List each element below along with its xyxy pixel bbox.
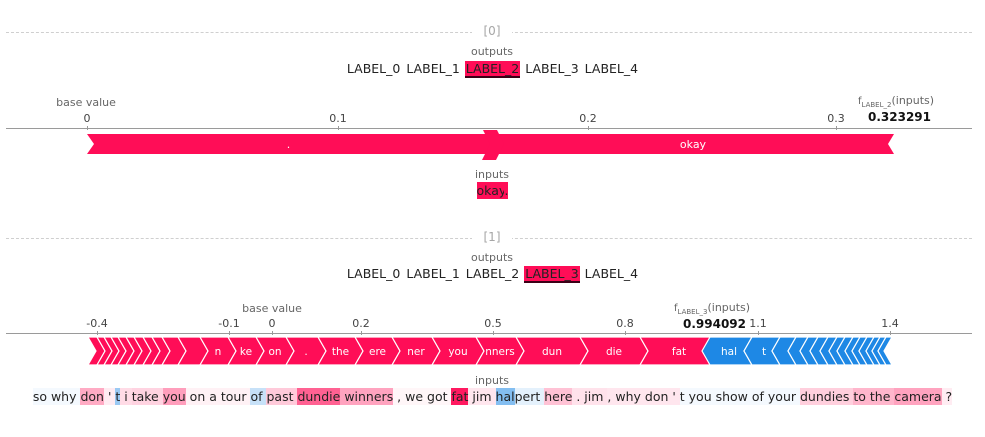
input-token[interactable]: on a tour: [185, 388, 251, 405]
input-token[interactable]: camera: [894, 388, 942, 405]
axis-line-0: [6, 128, 972, 129]
input-token[interactable]: so why: [32, 388, 81, 405]
force-bar-1: n ke on. the ere ner you nners dun die fat hal t: [86, 336, 894, 366]
input-token[interactable]: ': [103, 388, 116, 405]
input-token[interactable]: ?: [941, 388, 953, 405]
force-segment-label: t: [762, 346, 766, 358]
force-segment-label: n: [215, 346, 222, 358]
inputs-caption-1: inputs: [474, 374, 510, 387]
force-segment-label: hal: [721, 346, 737, 358]
axis-tick-label: -0.4: [86, 317, 108, 330]
inputs-caption-0: inputs: [474, 168, 510, 181]
force-segment-label: .: [304, 346, 307, 358]
input-token[interactable]: take: [131, 388, 163, 405]
input-token[interactable]: dundie: [297, 388, 341, 405]
input-token[interactable]: t you show of your: [679, 388, 800, 405]
fx-sub-1: LABEL_3: [677, 308, 708, 316]
output-label-label-2[interactable]: LABEL_2: [464, 61, 521, 78]
axis-tick-label: 0.2: [352, 317, 370, 330]
force-segment-label: the: [332, 346, 349, 358]
input-token[interactable]: fat: [451, 388, 469, 405]
output-label-label-0[interactable]: LABEL_0: [346, 61, 401, 76]
axis-tick-label: -0.1: [218, 317, 240, 330]
fx-suffix-0: (inputs): [891, 94, 935, 107]
force-segment-label: ere: [369, 346, 386, 358]
output-label-label-2[interactable]: LABEL_2: [465, 266, 520, 281]
output-label-label-0[interactable]: LABEL_0: [346, 266, 401, 281]
plot-index-1: [1]: [472, 230, 512, 244]
axis-tick-label: 0: [268, 317, 276, 330]
fx-sub-0: LABEL_2: [861, 101, 892, 109]
axis-tick-label: 0.8: [616, 317, 634, 330]
fx-suffix-1: (inputs): [707, 301, 751, 314]
axis-tick-label: 0.2: [579, 112, 597, 125]
input-token[interactable]: dundies: [799, 388, 854, 405]
output-label-label-1[interactable]: LABEL_1: [405, 61, 460, 76]
input-token[interactable]: hal: [495, 388, 515, 405]
axis-line-1: [6, 333, 972, 334]
force-segment-label: okay: [680, 138, 707, 151]
force-segment-label: die: [606, 346, 622, 358]
input-token[interactable]: okay: [476, 182, 505, 199]
input-token[interactable]: jim: [468, 388, 496, 405]
input-token[interactable]: to the: [853, 388, 895, 405]
output-label-label-3[interactable]: LABEL_3: [524, 61, 579, 76]
force-segment-label: fat: [672, 346, 686, 358]
output-label-label-1[interactable]: LABEL_1: [405, 266, 460, 281]
force-bar-0: . okay: [87, 130, 894, 160]
axis-tick-label: 1.4: [881, 317, 899, 330]
axis-tick-label: 0.1: [329, 112, 347, 125]
axis-tick-label: 1.1: [749, 317, 767, 330]
input-token[interactable]: here: [544, 388, 573, 405]
fx-value-1: 0.994092: [683, 317, 747, 331]
input-tokens-0: okay.: [0, 182, 985, 199]
outputs-caption-0: outputs: [470, 45, 513, 58]
base-value-caption-0: base value: [56, 96, 116, 109]
input-token[interactable]: past: [266, 388, 298, 405]
input-token[interactable]: you: [162, 388, 186, 405]
input-token[interactable]: winners: [340, 388, 394, 405]
plot-index-0: [0]: [472, 24, 512, 38]
output-label-label-4[interactable]: LABEL_4: [584, 61, 639, 76]
input-token[interactable]: . jim: [572, 388, 608, 405]
output-label-label-4[interactable]: LABEL_4: [584, 266, 639, 281]
force-segment[interactable]: [87, 134, 498, 154]
axis-tick-label: 0.5: [484, 317, 502, 330]
axis-tick-label: 0: [83, 112, 91, 125]
outputs-caption-1: outputs: [470, 251, 513, 264]
input-token[interactable]: of: [250, 388, 267, 405]
fx-caption-0: fLABEL_2(inputs): [858, 94, 934, 109]
input-token[interactable]: i: [120, 388, 132, 405]
force-segment-label: ner: [407, 346, 425, 358]
output-labels-1: LABEL_0 LABEL_1 LABEL_2 LABEL_3 LABEL_4: [0, 266, 985, 283]
output-label-label-3[interactable]: LABEL_3: [524, 266, 580, 283]
force-segment-label: dun: [542, 346, 562, 358]
input-token[interactable]: .: [504, 182, 509, 199]
input-token[interactable]: , why don ': [607, 388, 680, 405]
axis-tick-label: 0.3: [827, 112, 845, 125]
fx-caption-1: fLABEL_3(inputs): [674, 301, 750, 316]
force-segment-label: on: [268, 346, 281, 358]
force-segment-label: nners: [485, 346, 515, 358]
output-labels-0: LABEL_0 LABEL_1 LABEL_2 LABEL_3 LABEL_4: [0, 61, 985, 78]
base-value-caption-1: base value: [242, 302, 302, 315]
input-token[interactable]: pert: [514, 388, 545, 405]
force-segment-label: ke: [240, 346, 252, 358]
input-token[interactable]: don: [80, 388, 104, 405]
fx-value-0: 0.323291: [868, 110, 932, 124]
force-segment-label: you: [448, 346, 467, 358]
input-token[interactable]: , we got: [393, 388, 452, 405]
input-tokens-1: so why don ' t i take you on a tour of p…: [0, 388, 985, 405]
force-segment-label: .: [287, 138, 291, 151]
